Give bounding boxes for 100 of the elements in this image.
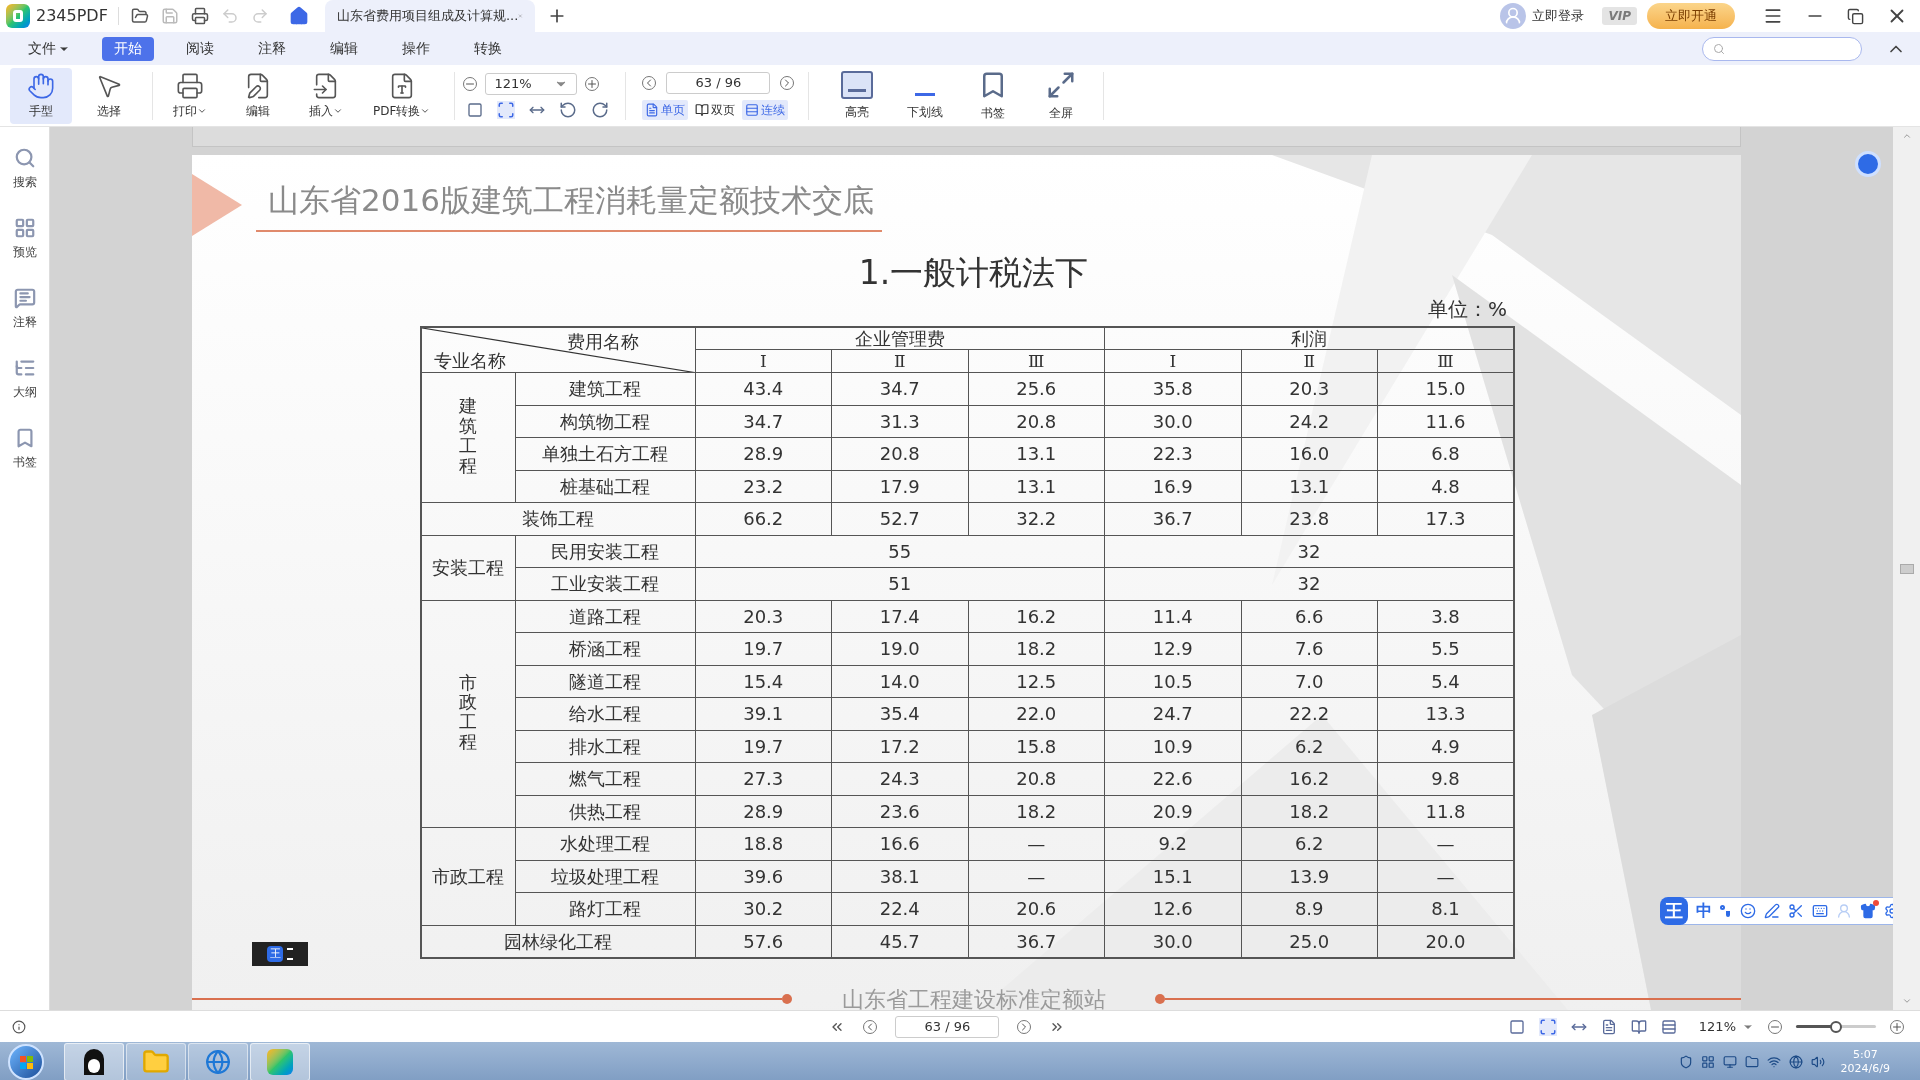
tray-icon [1766,1055,1781,1069]
category-cell: 建筑工程 [421,372,515,503]
login-link[interactable]: 立即登录 [1532,6,1585,26]
tool-button[interactable]: 打印 [159,67,221,124]
penguin-icon [84,1049,104,1075]
category-cell: 市政工程 [421,600,515,828]
table-cell: 43.4 [695,372,832,405]
table-cell: 51 [695,567,1105,600]
continuous-icon[interactable] [1660,1018,1677,1035]
start-button[interactable] [8,1044,44,1080]
punctuation-icon[interactable] [1720,905,1732,917]
markup-tool-button[interactable]: 高亮 [823,67,892,124]
scissors-icon[interactable] [1788,903,1804,919]
view-mode-button[interactable]: 单页 [642,99,689,120]
restore-icon[interactable] [1847,7,1864,25]
actual-size-icon[interactable] [467,101,484,118]
table-cell: 9.2 [1104,827,1241,860]
row-header-cell: 建筑工程 [515,372,695,405]
menu-tab[interactable]: 文件 [16,36,82,61]
assistant-icon[interactable] [1855,151,1881,177]
scrollbar-thumb[interactable] [1899,563,1914,574]
tool-button[interactable]: 选择 [78,67,140,124]
emoji-icon[interactable] [1740,903,1756,919]
page-icon[interactable] [1600,1018,1617,1035]
table-cell: 24.3 [831,762,968,795]
row-header-cell: 路灯工程 [515,892,695,925]
sidebar-item[interactable]: 书签 [12,427,37,471]
tool-button[interactable]: 编辑 [227,67,289,124]
table-cell: 32.2 [968,502,1105,535]
input-mode-toggle[interactable]: 中 [1696,899,1712,923]
fit-page-icon[interactable] [1538,1017,1557,1036]
rotate-right-icon[interactable] [591,100,610,119]
page-number-field[interactable]: 63 / 96 [895,1015,1000,1038]
markup-tool-button[interactable]: 下划线 [891,67,960,124]
shirt-icon[interactable] [1860,903,1876,919]
ime-mini-widget[interactable]: 王 [252,942,308,966]
table-cell: 20.3 [695,600,832,633]
markup-tool-button[interactable]: 全屏 [1027,67,1096,124]
menu-icon[interactable] [1763,6,1783,26]
two-pages-icon[interactable] [1630,1018,1647,1035]
zoom-dropdown[interactable]: 121% [1698,1016,1754,1037]
pen-icon[interactable] [1764,903,1780,919]
scrollbar[interactable] [1893,127,1920,1010]
menu-tab[interactable]: 开始 [102,36,154,61]
printer-icon [176,71,204,100]
menu-tab[interactable]: 编辑 [318,36,370,61]
table-cell: 66.2 [695,502,832,535]
tool-button[interactable]: 手型 [10,67,72,124]
taskbar-app[interactable] [64,1043,124,1080]
keyboard-icon[interactable] [1812,903,1828,919]
zoom-dropdown[interactable]: 121% [485,72,578,95]
tool-button[interactable]: 插入 [295,67,357,124]
document-tab[interactable]: 山东省费用项目组成及计算规... [324,0,535,32]
menu-tab[interactable]: 阅读 [174,36,226,61]
table-cell: 19.0 [831,632,968,665]
rotate-left-icon[interactable] [559,100,578,119]
view-mode-button[interactable]: 双页 [692,99,739,120]
sidebar-item[interactable]: 搜索 [12,147,37,191]
ime-logo[interactable]: 王 [1660,897,1688,925]
fit-page-icon[interactable] [497,100,516,119]
table-cell: 16.2 [968,600,1105,633]
markup-tool-button[interactable]: 书签 [959,67,1028,124]
clock-time: 5:07 [1852,1048,1878,1062]
table-cell: 17.4 [831,600,968,633]
menu-tab[interactable]: 转换 [462,36,514,61]
sidebar-item[interactable]: 注释 [12,287,37,331]
volume-icon [1810,1055,1825,1069]
table-cell: 22.6 [1104,762,1241,795]
table-cell: 22.4 [831,892,968,925]
page-icon [745,102,760,117]
table-cell: 23.6 [831,795,968,828]
table-cell: 16.9 [1104,470,1241,503]
table-cell: 15.4 [695,665,832,698]
underline-icon [915,92,936,96]
unit-label: 单位：% [1428,295,1507,323]
search-icon [1713,42,1725,55]
tool-button[interactable]: PDF转换 [363,67,441,124]
tray-icon [1700,1055,1715,1069]
table-cell: 24.7 [1104,697,1241,730]
menu-tab[interactable]: 注释 [246,36,298,61]
info-icon[interactable] [12,1019,26,1034]
view-mode-button[interactable]: 连续 [742,99,789,120]
slider-thumb[interactable] [1830,1020,1842,1033]
sidebar-item[interactable]: 大纲 [12,357,37,401]
table-cell: — [968,860,1105,893]
table-cell: 20.9 [1104,795,1241,828]
column-group-header: 企业管理费 [695,326,1105,350]
actual-size-icon[interactable] [1508,1018,1525,1035]
search-field[interactable] [1702,36,1862,61]
printer-icon[interactable] [190,7,209,25]
zoom-slider[interactable] [1796,1020,1876,1033]
open-icon[interactable] [130,7,149,25]
activate-button[interactable]: 立即开通 [1647,3,1735,29]
menu-tab[interactable]: 操作 [390,36,442,61]
page-icon [695,102,710,117]
sidebar-item[interactable]: 预览 [12,217,37,261]
home-icon[interactable] [288,6,309,26]
row-header-cell: 燃气工程 [515,762,695,795]
row-header-cell: 排水工程 [515,730,695,763]
page-number-field[interactable]: 63 / 96 [666,71,771,94]
